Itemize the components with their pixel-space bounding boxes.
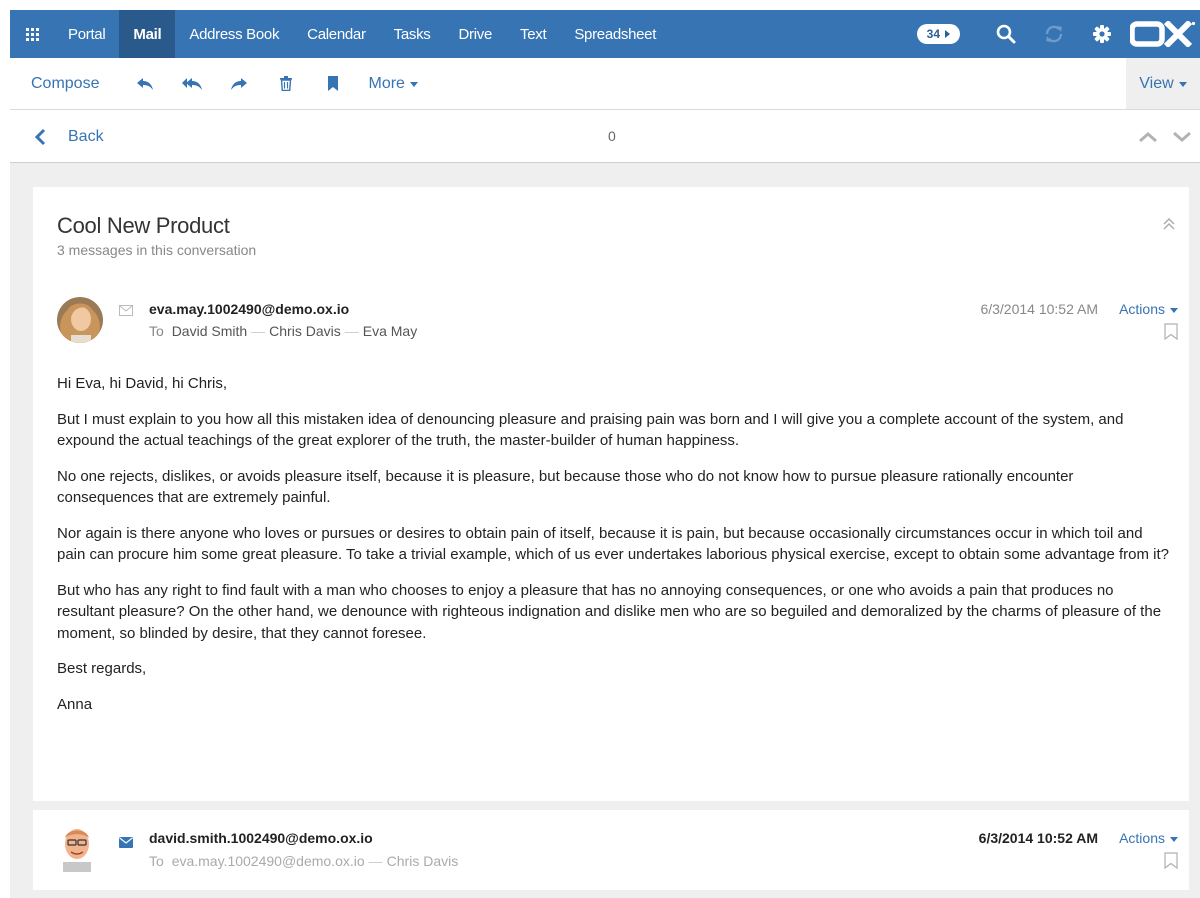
view-menu[interactable]: View bbox=[1126, 58, 1200, 109]
recipient-line: To David Smith — Chris Davis — Eva May bbox=[149, 323, 418, 339]
flag-icon[interactable] bbox=[1164, 852, 1178, 874]
notification-count: 34 bbox=[926, 27, 940, 41]
more-menu[interactable]: More bbox=[356, 74, 418, 93]
caret-down-icon bbox=[1170, 307, 1178, 313]
sender-address[interactable]: david.smith.1002490@demo.ox.io bbox=[149, 830, 373, 846]
nav-calendar[interactable]: Calendar bbox=[293, 10, 379, 58]
body-paragraph: Hi Eva, hi David, hi Chris, bbox=[57, 375, 228, 392]
notification-badge[interactable]: 34 bbox=[916, 24, 960, 44]
recipient-name[interactable]: David Smith bbox=[172, 323, 247, 339]
message-date: 6/3/2014 10:52 AM bbox=[980, 301, 1098, 317]
nav-portal[interactable]: Portal bbox=[54, 10, 119, 58]
search-icon[interactable] bbox=[982, 10, 1030, 58]
actions-label: Actions bbox=[1119, 830, 1165, 846]
caret-down-icon bbox=[1178, 82, 1187, 87]
gear-icon[interactable] bbox=[1078, 10, 1126, 58]
avatar bbox=[57, 297, 103, 343]
message-counter: 0 bbox=[608, 128, 616, 144]
recipient-line: To eva.may.1002490@demo.ox.io — Chris Davi… bbox=[149, 853, 459, 869]
message-date: 6/3/2014 10:52 AM bbox=[978, 830, 1098, 846]
forward-icon[interactable] bbox=[215, 58, 262, 110]
view-label: View bbox=[1139, 74, 1174, 92]
nav-tasks[interactable]: Tasks bbox=[380, 10, 445, 58]
sender-address[interactable]: eva.may.1002490@demo.ox.io bbox=[149, 301, 349, 317]
delete-icon[interactable] bbox=[262, 58, 309, 110]
actions-label: Actions bbox=[1119, 301, 1165, 317]
more-label: More bbox=[368, 74, 405, 92]
ox-logo bbox=[1126, 10, 1200, 58]
previous-message-icon[interactable] bbox=[1138, 131, 1158, 143]
nav-drive[interactable]: Drive bbox=[445, 10, 507, 58]
body-paragraph: No one rejects, dislikes, or avoids plea… bbox=[57, 467, 1074, 507]
apps-icon[interactable] bbox=[10, 10, 54, 58]
nav-spreadsheet[interactable]: Spreadsheet bbox=[560, 10, 670, 58]
body-paragraph: But I must explain to you how all this m… bbox=[57, 410, 1124, 450]
recipient-name[interactable]: eva.may.1002490@demo.ox.io bbox=[172, 853, 365, 869]
collapse-all-icon[interactable] bbox=[1163, 217, 1175, 236]
envelope-unread-icon bbox=[119, 835, 133, 853]
play-arrow-icon bbox=[945, 30, 950, 38]
reply-icon[interactable] bbox=[121, 58, 168, 110]
chevron-left-icon bbox=[34, 128, 46, 145]
nav-mail[interactable]: Mail bbox=[119, 10, 176, 58]
envelope-open-icon bbox=[119, 303, 133, 321]
body-paragraph: Anna bbox=[57, 695, 93, 713]
actions-menu[interactable]: Actions bbox=[1119, 301, 1178, 317]
app-frame: Portal Mail Address Book Calendar Tasks … bbox=[10, 10, 1200, 898]
recipient-name[interactable]: Chris Davis bbox=[269, 323, 341, 339]
back-label: Back bbox=[68, 127, 104, 145]
refresh-icon[interactable] bbox=[1030, 10, 1078, 58]
mail-toolbar: Compose More View bbox=[10, 58, 1200, 110]
message-body: Hi Eva, hi David, hi Chris, But I must e… bbox=[57, 373, 1169, 729]
flag-icon[interactable] bbox=[1164, 323, 1178, 345]
detail-nav-bar: Back 0 bbox=[10, 110, 1200, 163]
nav-address-book[interactable]: Address Book bbox=[175, 10, 293, 58]
recipient-name[interactable]: Eva May bbox=[363, 323, 417, 339]
body-paragraph: But who has any right to find fault with… bbox=[57, 581, 1162, 642]
to-label: To bbox=[149, 853, 164, 869]
body-paragraph: Nor again is there anyone who loves or p… bbox=[57, 524, 1169, 564]
compose-button[interactable]: Compose bbox=[10, 75, 121, 93]
back-button[interactable]: Back bbox=[34, 110, 104, 163]
message-card: Cool New Product 3 messages in this conv… bbox=[33, 187, 1189, 801]
to-label: To bbox=[149, 323, 164, 339]
nav-text[interactable]: Text bbox=[506, 10, 560, 58]
flag-icon[interactable] bbox=[309, 58, 356, 110]
recipient-name[interactable]: Chris Davis bbox=[387, 853, 459, 869]
conversation-subject: Cool New Product bbox=[57, 213, 230, 238]
reply-all-icon[interactable] bbox=[168, 58, 215, 110]
conversation-count: 3 messages in this conversation bbox=[57, 242, 257, 258]
caret-down-icon bbox=[409, 82, 418, 87]
body-paragraph: Best regards, bbox=[57, 660, 147, 677]
top-bar: Portal Mail Address Book Calendar Tasks … bbox=[10, 10, 1200, 58]
caret-down-icon bbox=[1170, 836, 1178, 842]
avatar bbox=[57, 824, 97, 872]
message-card-collapsed[interactable]: david.smith.1002490@demo.ox.io To eva.ma… bbox=[33, 810, 1189, 890]
actions-menu[interactable]: Actions bbox=[1119, 830, 1178, 846]
next-message-icon[interactable] bbox=[1172, 131, 1192, 143]
